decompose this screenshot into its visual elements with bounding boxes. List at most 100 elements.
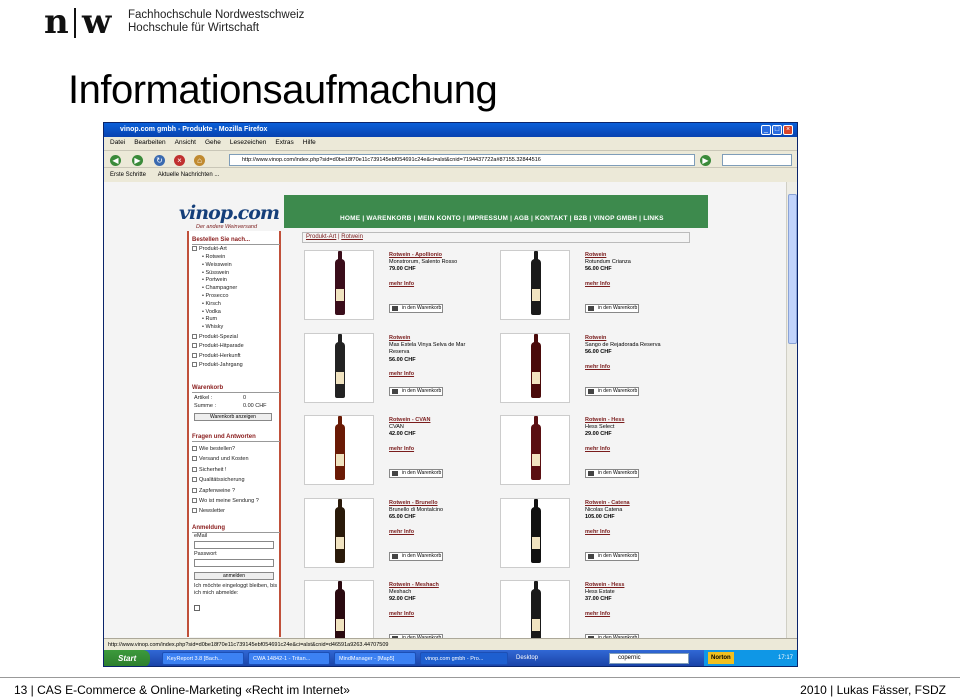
sidebar-category-item[interactable]: • Prosecco bbox=[202, 293, 237, 301]
reload-icon[interactable]: ↻ bbox=[154, 155, 165, 166]
taskbar-search-field[interactable]: copernic bbox=[609, 653, 689, 664]
product-image[interactable] bbox=[500, 498, 570, 568]
menu-item-extras[interactable]: Extras bbox=[275, 139, 293, 146]
product-image[interactable] bbox=[304, 415, 374, 485]
menu-item-datei[interactable]: Datei bbox=[110, 139, 125, 146]
sidebar-category-item[interactable]: • Portwein bbox=[202, 277, 237, 285]
sidebar-category-item[interactable]: • Whisky bbox=[202, 324, 237, 332]
product-category-link[interactable]: Rotwein bbox=[585, 252, 631, 259]
sidebar-other-item[interactable]: Produkt-Hitparade bbox=[192, 343, 244, 351]
sidebar-faq-label[interactable]: Qualitätssicherung bbox=[199, 477, 245, 483]
sidebar-faq-item[interactable]: Qualitätssicherung bbox=[192, 475, 259, 485]
sidebar-faq-item[interactable]: Wo ist meine Sendung ? bbox=[192, 496, 259, 506]
shop-logo[interactable]: vinop.com bbox=[179, 202, 280, 224]
back-icon[interactable]: ◀ bbox=[110, 155, 121, 166]
task-keyreport[interactable]: KeyReport 3.8 [Bach... bbox=[162, 652, 244, 665]
breadcrumb-product-art[interactable]: Produkt-Art bbox=[306, 234, 336, 240]
product-category-link[interactable]: Rotwein - Catena bbox=[585, 500, 630, 507]
more-info-link[interactable]: mehr Info bbox=[389, 281, 457, 288]
more-info-link[interactable]: mehr Info bbox=[389, 611, 439, 618]
sidebar-faq-item[interactable]: Newsletter bbox=[192, 506, 259, 516]
more-info-link[interactable]: mehr Info bbox=[389, 371, 465, 378]
menu-item-ansicht[interactable]: Ansicht bbox=[175, 139, 196, 146]
close-icon[interactable]: × bbox=[783, 125, 793, 135]
product-image[interactable] bbox=[500, 415, 570, 485]
sidebar-faq-label[interactable]: Newsletter bbox=[199, 508, 225, 514]
sidebar-product-art[interactable]: Produkt-Art bbox=[192, 246, 227, 254]
sidebar-category-label[interactable]: Prosecco bbox=[205, 293, 228, 299]
sidebar-faq-label[interactable]: Versand und Kosten bbox=[199, 456, 249, 462]
add-to-cart-button[interactable]: in den Warenkorb bbox=[585, 469, 639, 478]
menu-item-bearbeiten[interactable]: Bearbeiten bbox=[134, 139, 165, 146]
url-field[interactable]: http://www.vinop.com/index.php?sid=d0be1… bbox=[229, 154, 695, 166]
nav-link-impressum[interactable]: IMPRESSUM bbox=[467, 215, 508, 222]
sidebar-category-label[interactable]: Weisswein bbox=[205, 262, 231, 268]
sidebar-category-item[interactable]: • Rotwein bbox=[202, 254, 237, 262]
go-icon[interactable]: ▶ bbox=[700, 155, 711, 166]
sidebar-faq-item[interactable]: Zapfenweine ? bbox=[192, 486, 259, 496]
add-to-cart-button[interactable]: in den Warenkorb bbox=[389, 469, 443, 478]
nav-link-vinop-gmbh[interactable]: VINOP GMBH bbox=[593, 215, 637, 222]
sidebar-faq-label[interactable]: Sicherheit ! bbox=[199, 467, 227, 473]
sidebar-faq-item[interactable]: Versand und Kosten bbox=[192, 454, 259, 464]
sidebar-category-item[interactable]: • Kirsch bbox=[202, 301, 237, 309]
remember-me-checkbox[interactable] bbox=[194, 605, 200, 611]
add-to-cart-button[interactable]: in den Warenkorb bbox=[585, 304, 639, 313]
product-category-link[interactable]: Rotwein - Meshach bbox=[389, 582, 439, 589]
nav-link-kontakt[interactable]: KONTAKT bbox=[535, 215, 568, 222]
menu-item-lesezeichen[interactable]: Lesezeichen bbox=[230, 139, 267, 146]
menu-item-hilfe[interactable]: Hilfe bbox=[303, 139, 316, 146]
sidebar-other-label[interactable]: Produkt-Jahrgang bbox=[199, 362, 243, 368]
sidebar-category-label[interactable]: Süsswein bbox=[205, 270, 229, 276]
nav-link-b2b[interactable]: B2B bbox=[574, 215, 588, 222]
email-field[interactable] bbox=[194, 541, 274, 549]
more-info-link[interactable]: mehr Info bbox=[585, 529, 630, 536]
sidebar-category-item[interactable]: • Süsswein bbox=[202, 270, 237, 278]
sidebar-category-label[interactable]: Rotwein bbox=[205, 254, 225, 260]
task-cwa[interactable]: CWA 14842-1 - Tritan... bbox=[248, 652, 330, 665]
sidebar-other-label[interactable]: Produkt-Spezial bbox=[199, 334, 238, 340]
nav-link-home[interactable]: HOME bbox=[340, 215, 360, 222]
more-info-link[interactable]: mehr Info bbox=[585, 611, 624, 618]
home-icon[interactable]: ⌂ bbox=[194, 155, 205, 166]
product-category-link[interactable]: Rotwein - Hess bbox=[585, 582, 624, 589]
browser-search-field[interactable] bbox=[722, 154, 792, 166]
product-image[interactable] bbox=[500, 250, 570, 320]
add-to-cart-button[interactable]: in den Warenkorb bbox=[389, 304, 443, 313]
sidebar-other-item[interactable]: Produkt-Herkunft bbox=[192, 353, 244, 361]
add-to-cart-button[interactable]: in den Warenkorb bbox=[389, 387, 443, 396]
sidebar-category-label[interactable]: Champagner bbox=[205, 285, 237, 291]
sidebar-category-item[interactable]: • Rum bbox=[202, 316, 237, 324]
sidebar-category-item[interactable]: • Vodka bbox=[202, 309, 237, 317]
product-category-link[interactable]: Rotwein - Hess bbox=[585, 417, 624, 424]
sidebar-category-item[interactable]: • Weisswein bbox=[202, 262, 237, 270]
more-info-link[interactable]: mehr Info bbox=[389, 529, 443, 536]
add-to-cart-button[interactable]: in den Warenkorb bbox=[585, 387, 639, 396]
sidebar-category-label[interactable]: Vodka bbox=[205, 309, 220, 315]
sidebar-faq-item[interactable]: Wie bestellen? bbox=[192, 444, 259, 454]
menu-item-gehe[interactable]: Gehe bbox=[205, 139, 221, 146]
stop-icon[interactable]: × bbox=[174, 155, 185, 166]
product-image[interactable] bbox=[304, 333, 374, 403]
sidebar-faq-label[interactable]: Zapfenweine ? bbox=[199, 488, 235, 494]
sidebar-category-label[interactable]: Portwein bbox=[205, 277, 226, 283]
more-info-link[interactable]: mehr Info bbox=[585, 281, 631, 288]
sidebar-other-item[interactable]: Produkt-Jahrgang bbox=[192, 362, 244, 370]
start-button[interactable]: Start bbox=[104, 650, 150, 666]
more-info-link[interactable]: mehr Info bbox=[585, 446, 624, 453]
sidebar-faq-label[interactable]: Wo ist meine Sendung ? bbox=[199, 498, 259, 504]
sidebar-other-item[interactable]: Produkt-Spezial bbox=[192, 334, 244, 342]
add-to-cart-button[interactable]: in den Warenkorb bbox=[389, 552, 443, 561]
task-mindmanager[interactable]: MindManager - [Map5] bbox=[334, 652, 416, 665]
bookmark-news[interactable]: Aktuelle Nachrichten ... bbox=[158, 172, 220, 178]
scrollbar-thumb[interactable] bbox=[788, 194, 797, 344]
sidebar-other-label[interactable]: Produkt-Herkunft bbox=[199, 353, 241, 359]
product-category-link[interactable]: Rotwein bbox=[389, 335, 465, 342]
nav-link-warenkorb[interactable]: WARENKORB bbox=[366, 215, 411, 222]
maximize-icon[interactable]: □ bbox=[772, 125, 782, 135]
sidebar-faq-item[interactable]: Sicherheit ! bbox=[192, 465, 259, 475]
product-image[interactable] bbox=[500, 333, 570, 403]
breadcrumb-rotwein[interactable]: Rotwein bbox=[341, 234, 363, 240]
product-category-link[interactable]: Rotwein - Apollionio bbox=[389, 252, 457, 259]
sidebar-category-label[interactable]: Kirsch bbox=[205, 301, 220, 307]
